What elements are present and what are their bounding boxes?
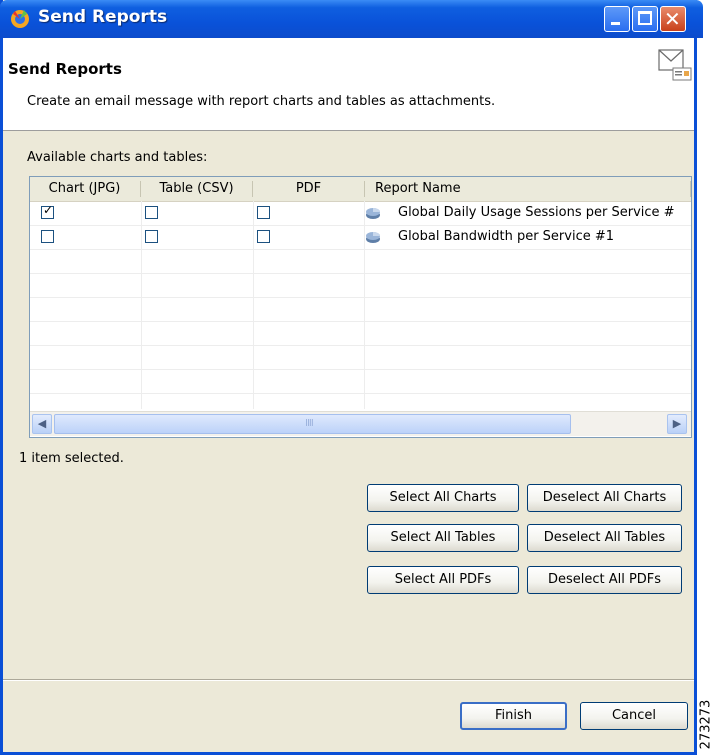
scroll-thumb[interactable]: IIII (54, 414, 571, 434)
footer-divider (3, 679, 694, 681)
report-icon (366, 232, 380, 243)
reports-table[interactable]: Chart (JPG) Table (CSV) PDF Report Name … (29, 176, 692, 438)
mail-icon (658, 49, 692, 81)
report-name: Global Bandwidth per Service #1 (398, 229, 615, 244)
empty-row (30, 345, 691, 370)
figure-id-label: 273273 (698, 699, 714, 750)
select-all-pdfs-button[interactable]: Select All PDFs (367, 566, 519, 594)
grip-icon: IIII (305, 418, 314, 429)
minimize-icon (611, 22, 620, 25)
checkmark-icon: ✓ (43, 203, 54, 217)
deselect-all-tables-button[interactable]: Deselect All Tables (527, 524, 682, 552)
empty-row (30, 321, 691, 346)
empty-row (30, 249, 691, 274)
deselect-all-pdfs-button[interactable]: Deselect All PDFs (527, 566, 682, 594)
column-header-chart[interactable]: Chart (JPG) (30, 177, 139, 201)
cancel-button[interactable]: Cancel (580, 702, 688, 730)
chart-checkbox[interactable] (41, 230, 54, 243)
empty-row (30, 273, 691, 298)
finish-button[interactable]: Finish (460, 702, 567, 730)
available-label: Available charts and tables: (27, 150, 208, 165)
figure-id: 273273 (698, 699, 722, 755)
column-header-pdf[interactable]: PDF (253, 177, 364, 201)
window-title: Send Reports (38, 7, 168, 27)
horizontal-scrollbar[interactable]: ◀ IIII ▶ (30, 411, 691, 436)
scroll-left-icon[interactable]: ◀ (32, 414, 52, 434)
close-button[interactable]: ✕ (660, 6, 686, 32)
selection-status: 1 item selected. (19, 451, 124, 466)
header-title: Send Reports (8, 60, 122, 78)
deselect-all-charts-button[interactable]: Deselect All Charts (527, 484, 682, 512)
report-icon (366, 208, 380, 219)
maximize-icon (638, 11, 652, 25)
empty-row (30, 369, 691, 394)
empty-row (30, 297, 691, 322)
scroll-right-icon[interactable]: ▶ (667, 414, 687, 434)
select-all-charts-button[interactable]: Select All Charts (367, 484, 519, 512)
pdf-checkbox[interactable] (257, 230, 270, 243)
report-name: Global Daily Usage Sessions per Service … (398, 205, 675, 220)
table-header: Chart (JPG) Table (CSV) PDF Report Name (30, 177, 691, 202)
app-icon (11, 10, 29, 28)
maximize-button[interactable] (632, 6, 658, 32)
minimize-button[interactable] (604, 6, 630, 32)
select-all-tables-button[interactable]: Select All Tables (367, 524, 519, 552)
close-icon: ✕ (664, 7, 681, 31)
chart-checkbox[interactable]: ✓ (41, 203, 54, 219)
title-bar[interactable]: Send Reports ✕ (0, 0, 703, 38)
table-checkbox[interactable] (145, 206, 158, 219)
table-row[interactable]: Global Bandwidth per Service #1 (30, 225, 691, 250)
send-reports-dialog: Send Reports ✕ Send Reports Create an em… (0, 0, 703, 755)
column-header-report-name[interactable]: Report Name (365, 177, 505, 201)
column-divider (690, 181, 691, 197)
table-checkbox[interactable] (145, 230, 158, 243)
column-header-table[interactable]: Table (CSV) (141, 177, 252, 201)
table-row[interactable]: ✓ Global Daily Usage Sessions per Servic… (30, 201, 691, 226)
dialog-header: Send Reports Create an email message wit… (3, 38, 694, 131)
pdf-checkbox[interactable] (257, 206, 270, 219)
header-description: Create an email message with report char… (27, 94, 496, 109)
